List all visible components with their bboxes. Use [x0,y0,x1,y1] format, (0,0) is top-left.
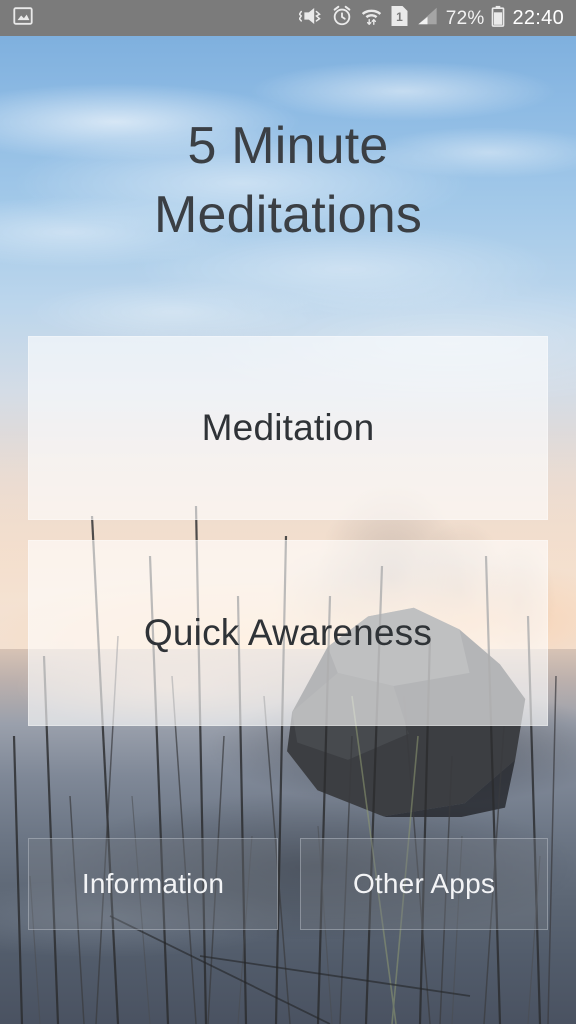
app-screen: 1 72% 22:40 5 Minute Meditations Meditat… [0,0,576,1024]
quick-awareness-button-label: Quick Awareness [143,612,433,653]
meditation-button[interactable]: Meditation [28,336,548,520]
battery-icon [491,5,505,32]
app-overlay: 5 Minute Meditations Meditation Quick Aw… [0,36,576,1024]
page-title-line-2: Meditations [153,185,423,244]
page-title-line-1: 5 Minute [187,117,389,175]
battery-percent: 72% [445,7,485,29]
cellular-signal-icon [416,5,439,32]
information-button[interactable]: Information [28,838,278,930]
svg-text:1: 1 [396,10,403,24]
meditation-button-label: Meditation [201,407,375,448]
status-bar-left [12,5,299,32]
page-title: 5 Minute Meditations [0,112,576,249]
sim-1-icon: 1 [390,5,409,32]
information-button-label: Information [81,868,225,899]
wifi-transfer-icon [360,5,383,32]
status-bar: 1 72% 22:40 [0,0,576,36]
alarm-clock-icon [331,5,353,32]
status-bar-clock: 22:40 [512,7,564,29]
status-bar-right: 1 72% 22:40 [298,5,564,32]
quick-awareness-button[interactable]: Quick Awareness [28,540,548,726]
other-apps-button[interactable]: Other Apps [300,838,548,930]
image-icon [12,5,34,32]
vibrate-mute-icon [298,5,324,32]
other-apps-button-label: Other Apps [352,868,496,899]
